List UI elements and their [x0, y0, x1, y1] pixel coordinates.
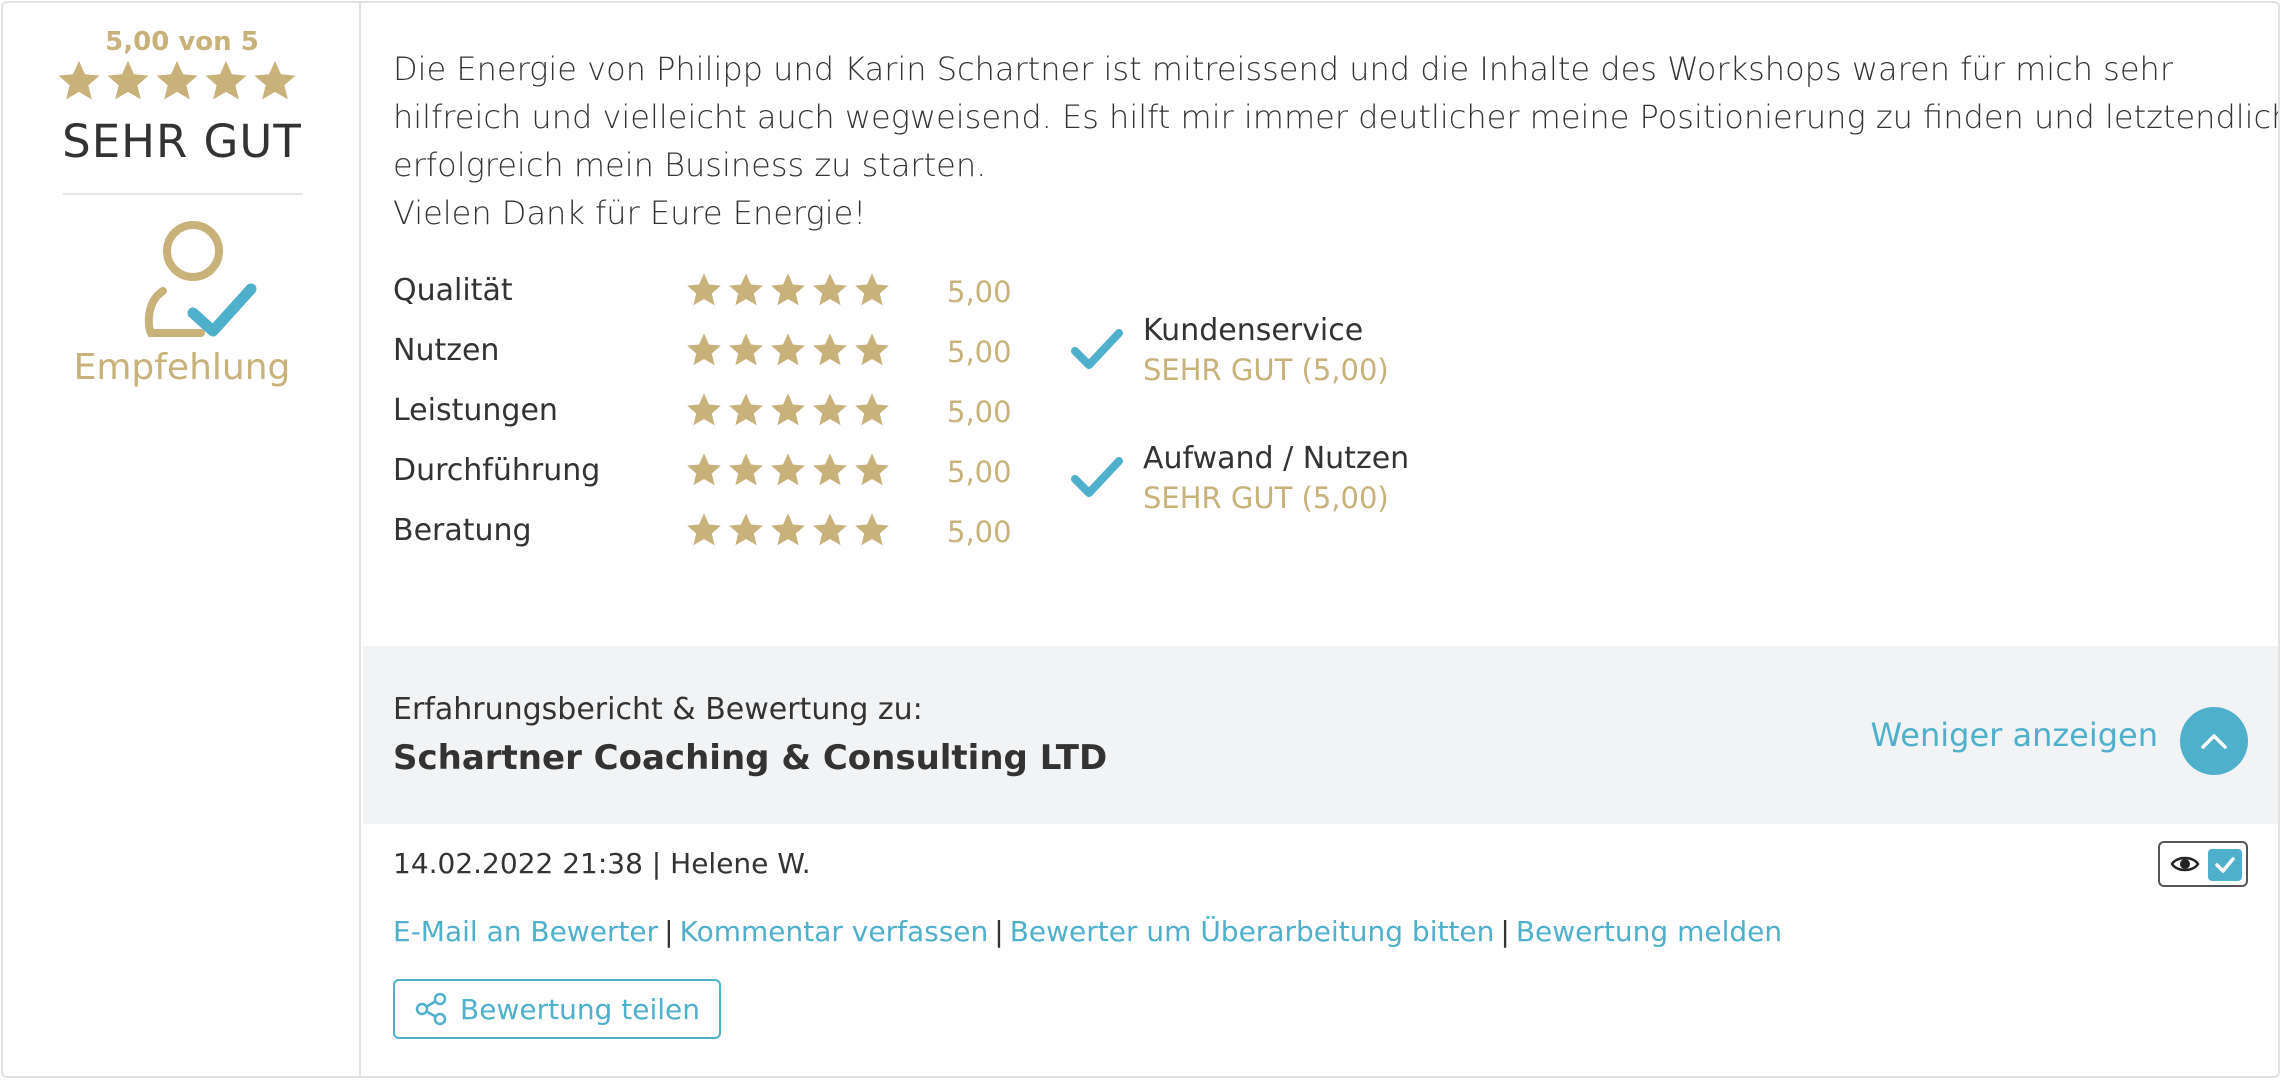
write-comment-link[interactable]: Kommentar verfassen [680, 915, 989, 948]
check-item: Aufwand / Nutzen SEHR GUT (5,00) [1071, 441, 1571, 569]
rating-value: 5,00 [947, 395, 1012, 429]
star-icon [729, 393, 763, 426]
review-text: Die Energie von Philipp und Karin Schart… [393, 45, 2280, 237]
rating-stars [685, 331, 895, 375]
report-review-link[interactable]: Bewertung melden [1516, 915, 1782, 948]
rating-row: Leistungen 5,00 [393, 391, 1013, 451]
request-revision-link[interactable]: Bewerter um Überarbeitung bitten [1010, 915, 1495, 948]
chevron-up-icon [2201, 734, 2227, 749]
star-icon [687, 453, 721, 486]
star-icon [855, 333, 889, 366]
check-item: Kundenservice SEHR GUT (5,00) [1071, 313, 1571, 441]
star-icon [813, 393, 847, 426]
star-icon [729, 513, 763, 546]
company-name[interactable]: Schartner Coaching & Consulting LTD [393, 738, 1107, 778]
rating-value: 5,00 [947, 515, 1012, 549]
rating-label: Qualität [393, 273, 513, 308]
rating-value: 5,00 [947, 275, 1012, 309]
checkmark-icon [1071, 329, 1123, 369]
check-title: Aufwand / Nutzen [1143, 441, 1410, 476]
rating-row: Durchführung 5,00 [393, 451, 1013, 511]
star-icon [855, 513, 889, 546]
star-icon [813, 513, 847, 546]
overall-score: 5,00 von 5 [105, 27, 259, 57]
separator: | [664, 915, 674, 948]
checkmark-icon [2215, 857, 2235, 873]
star-icon [813, 453, 847, 486]
star-icon [771, 273, 805, 306]
rating-stars [685, 271, 895, 315]
star-icon [687, 333, 721, 366]
checkbox-icon[interactable] [2208, 849, 2242, 881]
visibility-toggle[interactable] [2158, 841, 2248, 887]
rating-row: Qualität 5,00 [393, 271, 1013, 331]
rating-list: Qualität 5,00 Nutzen 5,00 Leistungen 5,0… [393, 271, 1013, 571]
rating-value: 5,00 [947, 335, 1012, 369]
star-icon [771, 333, 805, 366]
rating-stars [685, 511, 895, 555]
star-icon [813, 273, 847, 306]
check-list: Kundenservice SEHR GUT (5,00) Aufwand / … [1071, 313, 1571, 569]
separator: | [994, 915, 1004, 948]
rating-row: Beratung 5,00 [393, 511, 1013, 571]
star-icon [156, 60, 198, 100]
star-icon [771, 393, 805, 426]
share-button-label: Bewertung teilen [460, 992, 700, 1026]
star-icon [813, 333, 847, 366]
checkmark-icon [1071, 457, 1123, 497]
rating-stars [685, 451, 895, 495]
review-actions: E-Mail an Bewerter | Kommentar verfassen | B… [393, 915, 1782, 948]
star-icon [687, 393, 721, 426]
rating-value: 5,00 [947, 455, 1012, 489]
star-icon [855, 273, 889, 306]
rating-stars [685, 391, 895, 435]
rating-label: Nutzen [393, 333, 500, 368]
review-paragraph: Die Energie von Philipp und Karin Schart… [393, 50, 2280, 184]
recommendation-label: Empfehlung [73, 347, 291, 388]
separator: | [1500, 915, 1510, 948]
company-bar: Erfahrungsbericht & Bewertung zu: Schart… [363, 646, 2278, 824]
star-icon [729, 273, 763, 306]
star-icon [58, 60, 100, 100]
rating-row: Nutzen 5,00 [393, 331, 1013, 391]
review-card: 5,00 von 5 SEHR GUT Empfehlung Die Energ… [1, 1, 2280, 1078]
star-icon [729, 453, 763, 486]
share-review-button[interactable]: Bewertung teilen [393, 979, 721, 1039]
review-content: Die Energie von Philipp und Karin Schart… [363, 3, 2278, 1076]
star-icon [254, 60, 296, 100]
star-icon [855, 393, 889, 426]
email-reviewer-link[interactable]: E-Mail an Bewerter [393, 915, 658, 948]
overall-stars [56, 58, 308, 110]
check-title: Kundenservice [1143, 313, 1364, 348]
rating-label: Durchführung [393, 453, 601, 488]
check-value: SEHR GUT (5,00) [1143, 481, 1389, 515]
review-paragraph: Vielen Dank für Eure Energie! [393, 194, 867, 232]
star-icon [205, 60, 247, 100]
overall-grade: SEHR GUT [62, 115, 302, 168]
summary-panel: 5,00 von 5 SEHR GUT Empfehlung [3, 3, 361, 1076]
rating-label: Leistungen [393, 393, 558, 428]
company-intro: Erfahrungsbericht & Bewertung zu: [393, 692, 923, 727]
star-icon [729, 333, 763, 366]
review-meta: 14.02.2022 21:38 | Helene W. [393, 847, 811, 880]
star-icon [687, 513, 721, 546]
eye-icon [2170, 856, 2200, 872]
divider [63, 193, 303, 195]
user-check-icon [144, 221, 257, 337]
star-icon [771, 513, 805, 546]
star-icon [855, 453, 889, 486]
check-value: SEHR GUT (5,00) [1143, 353, 1389, 387]
collapse-button[interactable] [2180, 707, 2248, 775]
show-less-link[interactable]: Weniger anzeigen [1871, 716, 2159, 754]
star-icon [107, 60, 149, 100]
rating-label: Beratung [393, 513, 532, 548]
share-icon [415, 992, 447, 1026]
star-icon [687, 273, 721, 306]
star-icon [771, 453, 805, 486]
